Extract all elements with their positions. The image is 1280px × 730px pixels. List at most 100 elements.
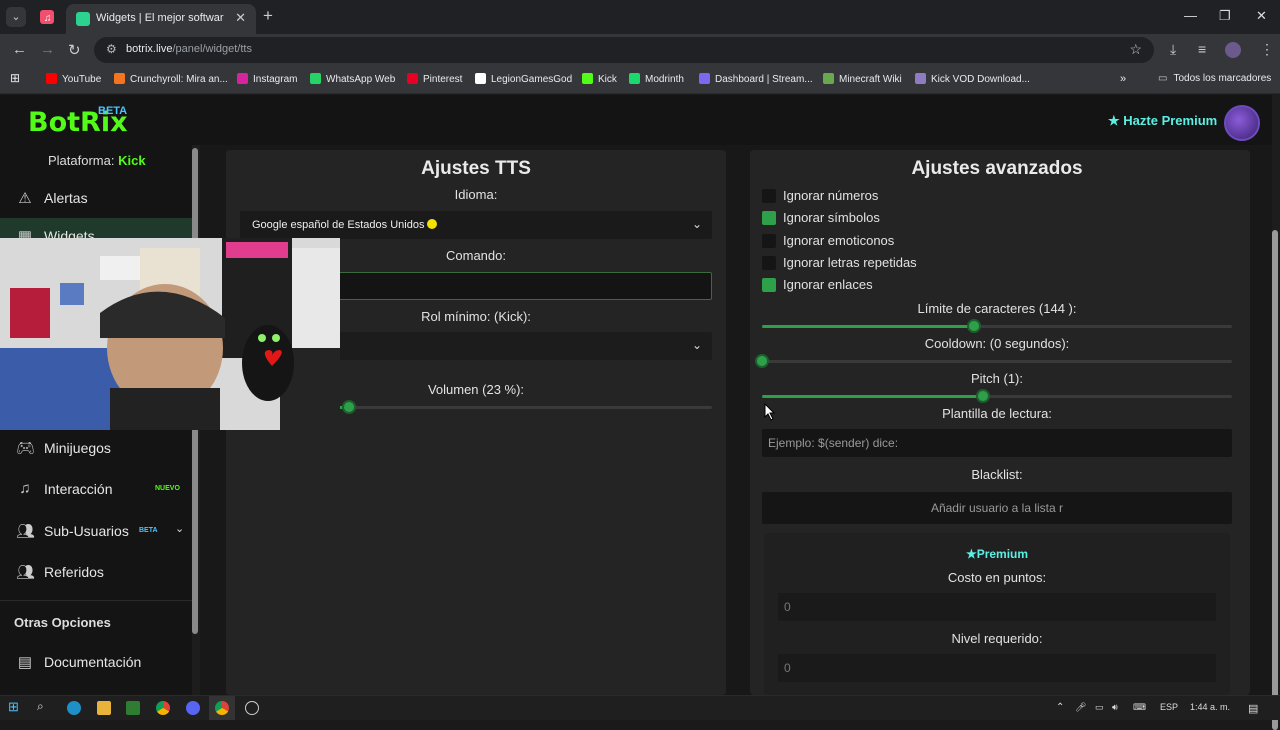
main-scrollbar[interactable] bbox=[1272, 230, 1278, 730]
music-app-icon: ♫ bbox=[40, 10, 54, 24]
bookmark-instagram[interactable]: Instagram bbox=[237, 73, 297, 85]
checkbox[interactable] bbox=[762, 234, 776, 248]
keyboard-icon[interactable]: ⌨ bbox=[1133, 702, 1146, 713]
hazte-premium-link[interactable]: ★ Hazte Premium bbox=[1108, 113, 1217, 129]
blacklist-input[interactable]: Añadir usuario a la lista r bbox=[762, 492, 1232, 524]
clock[interactable]: 1:44 a. m. bbox=[1190, 702, 1230, 712]
tray-chevron-icon[interactable]: ⌃ bbox=[1056, 702, 1064, 713]
tab-search-icon[interactable]: ⌄ bbox=[6, 7, 26, 27]
edge-icon[interactable] bbox=[67, 701, 81, 715]
star-icon: ★ bbox=[1108, 113, 1124, 128]
profile-icon[interactable] bbox=[1225, 42, 1241, 58]
store-icon[interactable] bbox=[126, 701, 140, 715]
checkbox[interactable] bbox=[762, 256, 776, 270]
checkbox[interactable] bbox=[762, 189, 776, 203]
all-bookmarks[interactable]: ▭ Todos los marcadores bbox=[1158, 73, 1271, 84]
obs-icon[interactable] bbox=[245, 701, 259, 715]
discord-icon[interactable] bbox=[186, 701, 200, 715]
reload-icon[interactable]: ↻ bbox=[68, 41, 81, 59]
close-window-icon[interactable]: ✕ bbox=[1256, 8, 1267, 24]
beta-badge: BETA bbox=[139, 527, 158, 534]
url-host: botrix.live bbox=[126, 43, 173, 55]
active-tab[interactable]: Widgets | El mejor software par ✕ bbox=[66, 4, 256, 34]
pitch-slider[interactable] bbox=[762, 389, 1232, 403]
nuevo-badge: NUEVO bbox=[155, 485, 180, 492]
site-info-icon[interactable]: ⚙ bbox=[106, 42, 117, 56]
gamepad-icon: 🎮︎ bbox=[16, 440, 36, 457]
chrome-active-icon[interactable] bbox=[209, 696, 235, 720]
bookmark-legiongamesgod[interactable]: LegionGamesGod bbox=[475, 73, 572, 85]
divider bbox=[0, 600, 192, 601]
platform-indicator: Plataforma: Kick bbox=[48, 153, 146, 168]
url-field[interactable]: ⚙ botrix.live/panel/widget/tts ☆ bbox=[94, 37, 1154, 63]
level-label: Nivel requerido: bbox=[951, 631, 1043, 646]
char-limit-label: Límite de caracteres (144 ): bbox=[917, 301, 1077, 316]
sidebar-item-interaccion[interactable]: ♫ Interacción NUEVO bbox=[0, 471, 192, 507]
checkbox[interactable] bbox=[762, 211, 776, 225]
bookmark-pinterest[interactable]: Pinterest bbox=[407, 73, 462, 85]
bookmark-star-icon[interactable]: ☆ bbox=[1129, 41, 1142, 58]
network-icon[interactable]: ▭ bbox=[1095, 702, 1104, 713]
sidebar-item-documentacion[interactable]: ▤ Documentación bbox=[0, 644, 192, 680]
bookmark-minecraft-wiki[interactable]: Minecraft Wiki bbox=[823, 73, 902, 85]
char-limit-fill bbox=[762, 325, 974, 328]
search-icon[interactable]: ⌕ bbox=[37, 699, 51, 713]
cooldown-label: Cooldown: (0 segundos): bbox=[924, 336, 1070, 351]
chevron-down-icon: ⌄ bbox=[175, 523, 185, 535]
media-icon[interactable]: ≡ bbox=[1198, 41, 1206, 57]
microphone-icon[interactable]: 🎤︎ bbox=[1075, 702, 1086, 713]
bookmark-crunchyroll[interactable]: Crunchyroll: Mira an... bbox=[114, 73, 228, 85]
windows-start-icon[interactable]: ⊞ bbox=[8, 699, 22, 714]
level-input[interactable]: 0 bbox=[778, 654, 1216, 682]
template-input[interactable]: Ejemplo: $(sender) dice: bbox=[762, 429, 1232, 457]
language-select[interactable]: Google español de Estados Unidos ⌄ bbox=[240, 211, 712, 239]
pinned-tab[interactable]: ♫ bbox=[36, 6, 58, 28]
close-tab-icon[interactable]: ✕ bbox=[235, 10, 246, 26]
char-limit-thumb[interactable] bbox=[967, 319, 981, 333]
bookmark-modrinth[interactable]: Modrinth bbox=[629, 73, 684, 85]
checkbox[interactable] bbox=[762, 278, 776, 292]
user-avatar[interactable] bbox=[1224, 105, 1260, 141]
user-group-icon: 👥︎ bbox=[16, 564, 36, 581]
language-label: Idioma: bbox=[454, 187, 498, 202]
warning-icon: ⚠ bbox=[18, 190, 32, 207]
back-icon[interactable]: ← bbox=[12, 41, 27, 58]
volume-icon[interactable]: 🔊︎ bbox=[1112, 702, 1118, 713]
bookmark-dashboard[interactable]: Dashboard | Stream... bbox=[699, 73, 813, 85]
chevron-down-icon: ⌄ bbox=[691, 338, 702, 352]
bookmark-whatsapp[interactable]: WhatsApp Web bbox=[310, 73, 395, 85]
language-indicator[interactable]: ESP bbox=[1160, 702, 1178, 712]
cooldown-slider[interactable] bbox=[755, 354, 1232, 368]
bookmark-youtube[interactable]: YouTube bbox=[46, 73, 101, 85]
folder-icon: ▭ bbox=[1158, 73, 1168, 84]
download-icon[interactable]: ⤓ bbox=[1170, 41, 1176, 58]
minimize-icon[interactable]: — bbox=[1184, 8, 1197, 23]
svg-text:♫: ♫ bbox=[44, 13, 52, 24]
template-label: Plantilla de lectura: bbox=[942, 406, 1052, 421]
windows-taskbar: ⊞ ⌕ ⌃ 🎤︎ ▭ 🔊︎ ⌨ ESP 1:44 a. m. ▤ bbox=[0, 695, 1280, 720]
sidebar-item-sub-usuarios[interactable]: 👥︎ Sub-Usuarios BETA ⌄ bbox=[0, 513, 192, 549]
cooldown-thumb[interactable] bbox=[755, 354, 769, 368]
pitch-thumb[interactable] bbox=[976, 389, 990, 403]
volume-thumb[interactable] bbox=[342, 400, 356, 414]
chrome-icon[interactable] bbox=[156, 701, 170, 715]
cost-input[interactable]: 0 bbox=[778, 593, 1216, 621]
apps-icon[interactable]: ⊞ bbox=[10, 71, 20, 85]
char-limit-slider[interactable] bbox=[762, 319, 1232, 333]
new-tab-icon[interactable]: + bbox=[263, 6, 273, 26]
sidebar-item-alertas[interactable]: ⚠ Alertas bbox=[0, 180, 192, 216]
restore-icon[interactable]: ❐ bbox=[1219, 8, 1231, 24]
menu-icon[interactable]: ⋮ bbox=[1260, 41, 1274, 58]
cost-label: Costo en puntos: bbox=[947, 570, 1047, 585]
sidebar-item-referidos[interactable]: 👥︎ Referidos bbox=[0, 554, 192, 590]
users-icon: 👥︎ bbox=[16, 523, 36, 540]
forward-icon[interactable]: → bbox=[40, 41, 55, 58]
folder-icon[interactable] bbox=[97, 701, 111, 715]
botrix-favicon bbox=[76, 12, 90, 26]
bookmark-kick[interactable]: Kick bbox=[582, 73, 617, 85]
sidebar-item-minijuegos[interactable]: 🎮︎ Minijuegos bbox=[0, 430, 192, 466]
notifications-icon[interactable]: ▤ bbox=[1248, 702, 1258, 715]
address-bar-row: ← → ↻ ⚙ botrix.live/panel/widget/tts ☆ ⤓… bbox=[0, 34, 1280, 66]
bookmark-kick-vod[interactable]: Kick VOD Download... bbox=[915, 73, 1030, 85]
more-bookmarks-icon[interactable]: » bbox=[1120, 73, 1126, 85]
